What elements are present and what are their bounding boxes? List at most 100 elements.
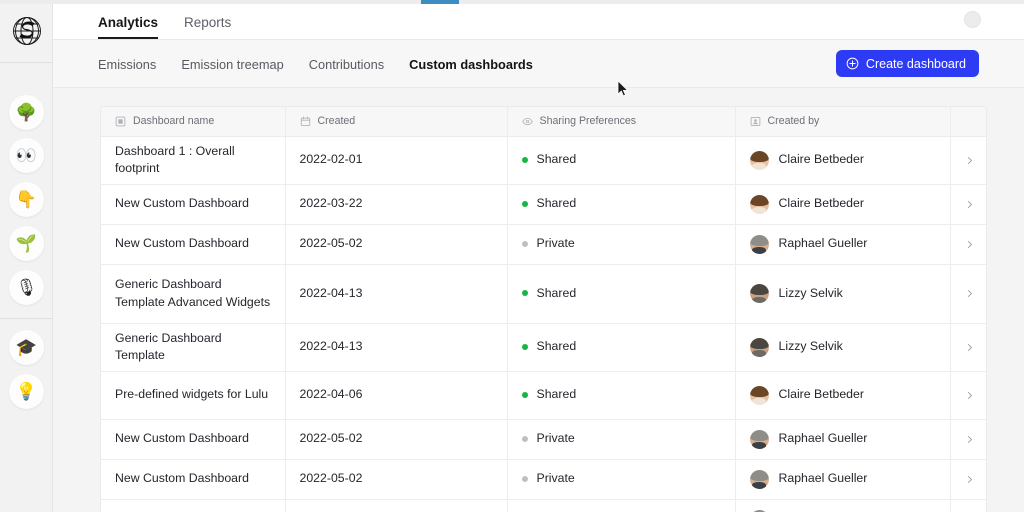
cell-dashboard-name: New Custom Dashboard (101, 224, 286, 265)
cell-open-dashboard[interactable] (950, 419, 986, 460)
column-header-dashboard-name[interactable]: Dashboard name (101, 107, 286, 137)
open-dashboard-button[interactable] (965, 238, 975, 251)
graduation-cap-icon: 🎓 (15, 338, 38, 357)
tab-custom-dashboards[interactable]: Custom dashboards (409, 57, 533, 72)
cell-open-dashboard[interactable] (950, 264, 986, 324)
sidebar-divider-top (0, 62, 52, 63)
cell-open-dashboard[interactable] (950, 459, 986, 500)
status-dot-private (521, 435, 528, 442)
cell-created-by: Claire Betbeder (735, 184, 951, 225)
cell-dashboard-name: New Custom Dashboard (101, 419, 286, 460)
dashboard-name-text: Pre-defined widgets for Lulu (115, 387, 269, 402)
created-by-name: Claire Betbeder (778, 152, 864, 167)
create-dashboard-label: Create dashboard (865, 56, 966, 71)
cell-created-by: Lizzy Selvik (735, 323, 951, 372)
tab-contributions[interactable]: Contributions (309, 57, 384, 72)
sidebar-item-eyes[interactable]: 👀 (9, 138, 44, 173)
table-row[interactable]: New Custom Dashboard2022-05-02PrivateRap… (101, 224, 986, 265)
table-row[interactable]: Dashboard 1 : Overall footprint 2022-02-0… (101, 136, 986, 185)
created-date-text: 2022-05-02 (299, 471, 363, 486)
content-area: Dashboard name Created Sharing Preferenc… (53, 88, 1024, 512)
cell-created: 2022-05-02 (285, 499, 508, 512)
open-dashboard-button[interactable] (965, 473, 975, 486)
create-dashboard-button[interactable]: Create dashboard (835, 50, 979, 77)
table-header-row: Dashboard name Created Sharing Preferenc… (101, 107, 986, 137)
tab-emission-treemap[interactable]: Emission treemap (181, 57, 283, 72)
chevron-right-icon (967, 156, 972, 164)
status-badge: Shared (536, 196, 577, 211)
open-dashboard-button[interactable] (965, 154, 975, 167)
main-region: Analytics Reports Emissions Emission tre… (53, 0, 1024, 512)
chevron-right-icon (967, 200, 972, 208)
open-dashboard-button[interactable] (965, 389, 975, 402)
table-row[interactable]: New Custom Dashboard2022-05-02PrivateRap… (101, 499, 986, 512)
column-header-created-by[interactable]: Created by (735, 107, 951, 137)
cell-sharing-preferences: Shared (507, 136, 736, 185)
open-dashboard-button[interactable] (965, 433, 975, 446)
cell-created: 2022-04-13 (285, 323, 508, 372)
cell-open-dashboard[interactable] (950, 371, 986, 420)
sidebar-item-graduation-cap[interactable]: 🎓 (9, 330, 44, 365)
plus-circle-icon (846, 57, 859, 70)
column-header-created-by-label: Created by (767, 115, 820, 128)
dashboard-name-text: Generic Dashboard Template (115, 330, 222, 362)
table-row[interactable]: New Custom Dashboard 2022-05-02 PrivateRap… (101, 419, 986, 460)
cell-created: 2022-02-01 (285, 136, 508, 185)
status-dot-private (521, 240, 528, 247)
cell-open-dashboard[interactable] (950, 136, 986, 185)
secondary-tablist: Emissions Emission treemap Contributions… (98, 40, 533, 88)
status-badge: Shared (536, 339, 577, 354)
sidebar-item-pointing-down[interactable]: 👇 (9, 182, 44, 217)
cell-sharing-preferences: Private (507, 499, 736, 512)
tab-reports[interactable]: Reports (184, 15, 231, 39)
created-date-text: 2022-05-02 (299, 431, 363, 446)
status-dot-shared (521, 343, 528, 350)
sidebar-item-microphone[interactable]: 🎙 (9, 270, 44, 305)
table-row[interactable]: Pre-defined widgets for Lulu 2022-04-06 Sh… (101, 371, 986, 420)
open-dashboard-button[interactable] (965, 341, 975, 354)
sidebar-item-tree[interactable]: 🌳 (9, 95, 44, 130)
user-avatar-icon[interactable] (964, 11, 981, 28)
cell-created-by: Raphael Gueller (735, 419, 951, 460)
light-bulb-icon: 💡 (15, 382, 38, 401)
open-dashboard-button[interactable] (965, 198, 975, 211)
cell-sharing-preferences: Private (507, 224, 736, 265)
created-by-name: Raphael Gueller (778, 471, 868, 486)
sidebar-item-seedling[interactable]: 🌱 (9, 226, 44, 261)
open-dashboard-button[interactable] (965, 287, 975, 300)
column-header-sharing-preferences-label: Sharing Preferences (539, 115, 637, 128)
tab-emissions[interactable]: Emissions (98, 57, 156, 72)
cell-dashboard-name: Pre-defined widgets for Lulu (101, 371, 286, 420)
tab-analytics-label: Analytics (98, 15, 159, 30)
column-header-sharing-preferences[interactable]: Sharing Preferences (507, 107, 736, 137)
cell-dashboard-name: Generic Dashboard Template (101, 323, 286, 372)
cell-open-dashboard[interactable] (950, 224, 986, 265)
globe-logo-icon[interactable] (6, 10, 48, 52)
cell-sharing-preferences: Private (507, 419, 736, 460)
table-icon (115, 116, 126, 127)
status-badge: Shared (536, 387, 577, 402)
column-header-created[interactable]: Created (285, 107, 508, 137)
cell-open-dashboard[interactable] (950, 499, 986, 512)
table-row[interactable]: Generic Dashboard Template Advanced Widg… (101, 264, 986, 324)
tab-analytics[interactable]: Analytics (98, 15, 159, 39)
status-dot-private (521, 475, 528, 482)
cell-created: 2022-04-13 (285, 264, 508, 324)
sidebar-item-light-bulb[interactable]: 💡 (9, 374, 44, 409)
status-badge: Private (536, 471, 575, 486)
table-row[interactable]: New Custom Dashboard2022-05-02PrivateRap… (101, 459, 986, 500)
table-row[interactable]: Generic Dashboard Template 2022-04-13 Shar… (101, 323, 986, 372)
dashboard-name-text: Dashboard 1 : Overall footprint (115, 143, 235, 175)
cell-open-dashboard[interactable] (950, 323, 986, 372)
cell-created-by: Claire Betbeder (735, 371, 951, 420)
tree-icon: 🌳 (15, 103, 38, 122)
cell-created-by: Raphael Gueller (735, 499, 951, 512)
column-header-created-label: Created (317, 115, 356, 128)
avatar (749, 284, 769, 303)
status-dot-shared (521, 290, 528, 297)
cell-open-dashboard[interactable] (950, 184, 986, 225)
avatar (749, 234, 769, 254)
table-row[interactable]: New Custom Dashboard 2022-03-22 Shared Clai… (101, 184, 986, 225)
column-header-actions (950, 107, 986, 137)
dashboard-name-text: New Custom Dashboard (115, 431, 249, 446)
